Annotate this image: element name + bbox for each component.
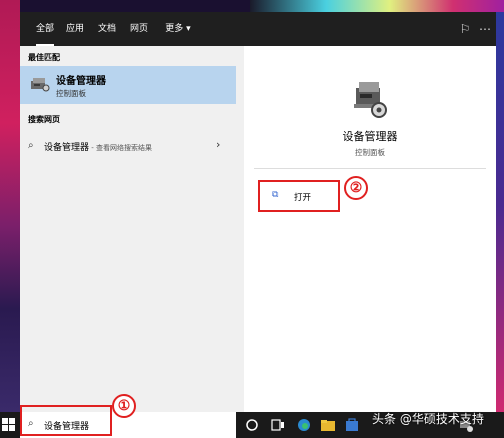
- tab-web[interactable]: 网页: [128, 12, 150, 46]
- tab-documents[interactable]: 文档: [96, 12, 118, 46]
- search-box-highlight: [20, 405, 112, 436]
- watermark: 头条 @华硕技术支持: [372, 412, 484, 426]
- best-match-name: 设备管理器: [56, 76, 106, 87]
- open-label: 打开: [294, 193, 312, 203]
- windows-start-icon[interactable]: [2, 418, 16, 432]
- preview-pane: 设备管理器 控制面板 ⧉ 打开 ②: [244, 46, 496, 412]
- device-manager-large-icon: [354, 82, 387, 118]
- search-web-heading: 搜索网页: [28, 115, 60, 124]
- start-search-panel: 全部 应用 文档 网页 更多 ▾ ⚐ ⋯ 最佳匹配 设备管理器 控制面板 搜索网…: [20, 12, 496, 412]
- web-search-result[interactable]: ⌕ 设备管理器 - 查看网络搜索结果 ›: [20, 134, 236, 158]
- device-manager-icon: [31, 78, 50, 92]
- edge-icon[interactable]: [296, 417, 312, 433]
- web-query: 设备管理器: [44, 143, 90, 153]
- best-match-subtitle: 控制面板: [56, 89, 86, 98]
- tab-more[interactable]: 更多 ▾: [160, 12, 196, 46]
- web-subtitle: - 查看网络搜索结果: [89, 144, 152, 152]
- file-explorer-icon[interactable]: [320, 417, 336, 433]
- more-icon[interactable]: ⋯: [477, 21, 493, 37]
- divider: [254, 168, 486, 169]
- chevron-right-icon[interactable]: ›: [216, 138, 220, 151]
- cortana-icon[interactable]: [244, 417, 260, 433]
- search-icon: ⌕: [28, 140, 34, 151]
- preview-app-name: 设备管理器: [342, 130, 398, 143]
- results-list: 最佳匹配 设备管理器 控制面板 搜索网页 ⌕ 设备管理器 - 查看网络搜索结果 …: [20, 46, 236, 412]
- preview-app-subtitle: 控制面板: [355, 148, 385, 157]
- step-1-badge: ①: [112, 394, 136, 418]
- step-2-badge: ②: [344, 176, 368, 200]
- best-match-result[interactable]: 设备管理器 控制面板: [20, 66, 236, 104]
- task-view-icon[interactable]: [270, 417, 286, 433]
- tab-apps[interactable]: 应用: [64, 12, 86, 46]
- store-icon[interactable]: [344, 417, 360, 433]
- desktop-wallpaper-left: [0, 0, 20, 412]
- feedback-icon[interactable]: ⚐: [457, 21, 473, 37]
- search-filter-bar: 全部 应用 文档 网页 更多 ▾ ⚐ ⋯: [20, 12, 496, 46]
- desktop-wallpaper-top: [250, 0, 504, 12]
- open-button[interactable]: ⧉ 打开: [258, 180, 340, 212]
- desktop-wallpaper-right: [496, 0, 504, 412]
- best-match-heading: 最佳匹配: [28, 53, 60, 62]
- tab-all[interactable]: 全部: [34, 12, 56, 46]
- open-icon: ⧉: [272, 190, 279, 200]
